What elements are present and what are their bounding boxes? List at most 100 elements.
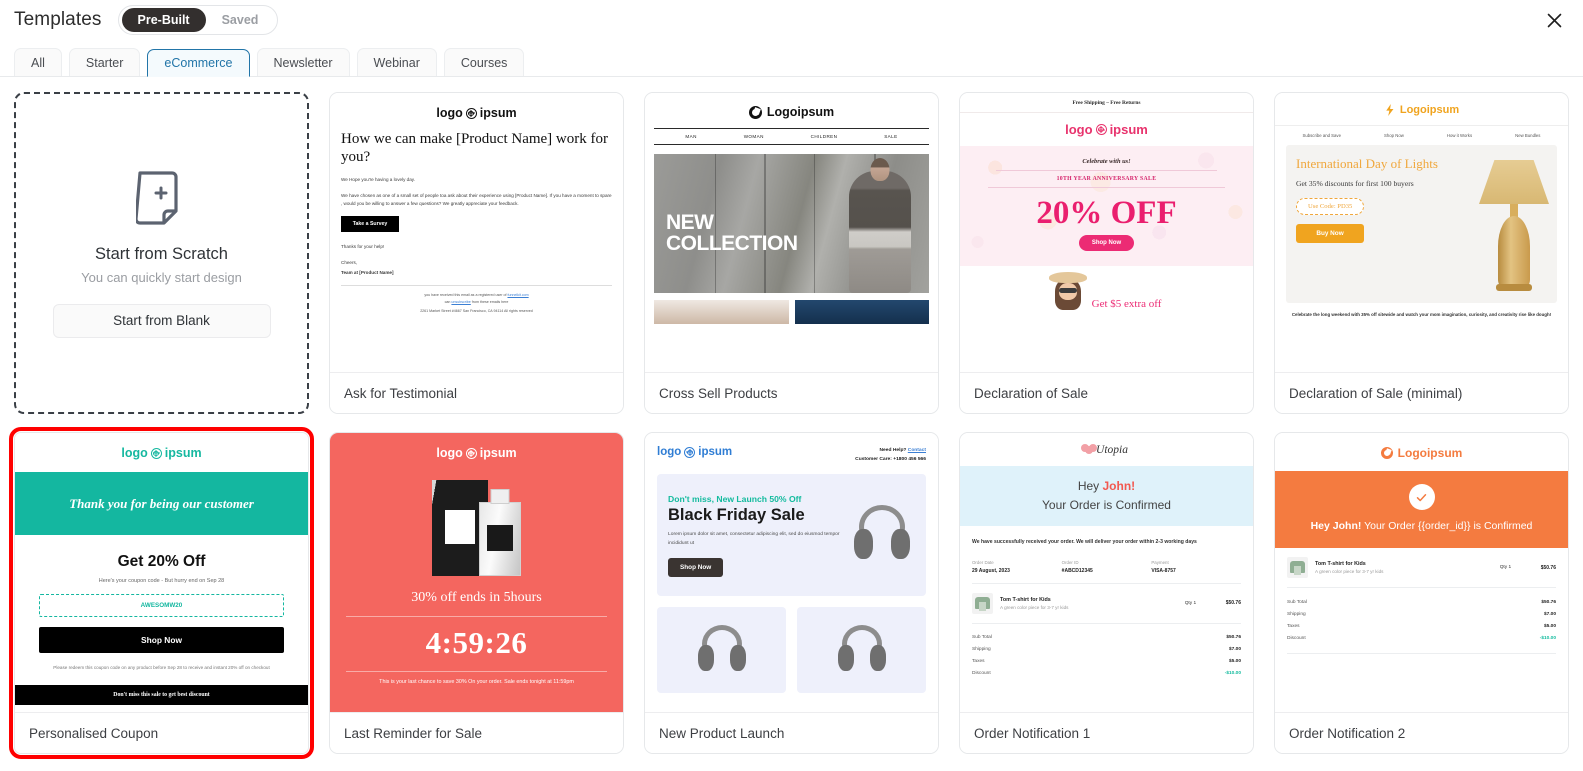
hero-line-1: NEW (666, 210, 714, 234)
item-price: $50.76 (1225, 600, 1241, 607)
divider (341, 284, 612, 286)
hero-heading: International Day of Lights (1296, 156, 1438, 171)
meta-payment: Payment VISA-8757 (1151, 560, 1241, 574)
logoipsum-logo: logo ipsum (15, 433, 308, 472)
take-survey-button: Take a Survey (341, 215, 399, 232)
template-card-order-notification-2[interactable]: Logoipsum Hey John! Your Order {{order_i… (1274, 432, 1569, 754)
anniversary-text: 10TH YEAR ANNIVERSARY SALE (988, 171, 1225, 188)
start-from-blank-button[interactable]: Start from Blank (52, 303, 271, 338)
template-preview: Free Shipping – Free Returns logo ipsum … (960, 93, 1253, 372)
filter-tab-all[interactable]: All (14, 48, 62, 76)
flower-icon (1081, 444, 1098, 454)
globe-icon (465, 107, 477, 119)
item-description: A green color piece for 3-7 yr kids (1000, 604, 1069, 610)
segment-pre-built[interactable]: Pre-Built (121, 8, 206, 32)
total-row: Discount -$10.00 (972, 668, 1241, 680)
shop-now-button: Shop Now (1078, 235, 1135, 252)
hero-kicker: Don't miss, New Launch 50% Off (668, 493, 802, 504)
template-card-order-notification-1[interactable]: Utopia Hey John! Your Order is Confirmed… (959, 432, 1254, 754)
footer-text-1: you have received this email as a regist… (424, 292, 508, 297)
template-card-label: Declaration of Sale (960, 372, 1253, 413)
order-body-text: We have successfully received your order… (972, 539, 1197, 545)
nav-item-new-bundles: New Bundles (1515, 133, 1541, 138)
meta-key: Order Date (972, 559, 994, 565)
shop-now-button: Shop Now (39, 627, 284, 653)
nav-item-woman: WOMAN (743, 134, 764, 139)
filter-tab-starter[interactable]: Starter (68, 48, 141, 76)
dialog-header: Templates Pre-Built Saved (0, 0, 1583, 40)
hero-heading: Black Friday Sale (668, 505, 805, 524)
discount-headline: 20% OFF (1036, 195, 1177, 231)
utopia-logo: Utopia (960, 433, 1253, 466)
hero-line-2: COLLECTION (666, 232, 798, 256)
contact-link: Contact (907, 448, 926, 453)
email-signoff: Cheers, (341, 259, 358, 265)
footer-address: 2261 Market Street #4667 San Francisco, … (420, 309, 533, 314)
logo-text-left: logo (436, 446, 463, 460)
logoipsum-logo: Logoipsum (1275, 93, 1568, 125)
product-tiles (657, 607, 926, 694)
template-preview: logo ipsum 30% off ends in 5hours 4:59:2… (330, 433, 623, 712)
template-card-cross-sell-products[interactable]: Logoipsum MAN WOMAN CHILDREN SALE NEW CO… (644, 92, 939, 414)
total-key: Shipping (972, 647, 991, 653)
divider (1287, 653, 1556, 655)
template-card-declaration-of-sale-minimal[interactable]: Logoipsum Subscribe and Save Shop Now Ho… (1274, 92, 1569, 414)
hero-text: NEW COLLECTION (666, 212, 798, 255)
logo-text-left: logo (657, 446, 682, 458)
template-preview: Logoipsum Subscribe and Save Shop Now Ho… (1275, 93, 1568, 372)
globe-icon (150, 447, 162, 459)
total-value: $7.00 (1543, 611, 1556, 617)
total-row: Taxes $5.00 (1287, 620, 1556, 632)
segment-saved[interactable]: Saved (206, 8, 275, 32)
category-filter-tabs: All Starter eCommerce Newsletter Webinar… (0, 40, 1583, 77)
total-row: Sub Total $50.76 (1287, 596, 1556, 608)
total-value: $50.76 (1226, 635, 1241, 641)
template-card-new-product-launch[interactable]: logo ipsum Need Help? Contact Customer C… (644, 432, 939, 754)
ring-icon (1380, 447, 1393, 459)
filter-tab-webinar[interactable]: Webinar (356, 48, 437, 76)
logo-text-right: ipsum (479, 446, 517, 460)
extra-offer-row: Get $5 extra off (960, 266, 1253, 311)
start-from-scratch-card[interactable]: Start from Scratch You can quickly start… (14, 92, 309, 414)
filter-tab-courses[interactable]: Courses (443, 48, 525, 76)
template-card-label: Declaration of Sale (minimal) (1275, 372, 1568, 413)
filter-tab-ecommerce[interactable]: eCommerce (147, 49, 250, 77)
total-key: Taxes (1287, 623, 1300, 629)
footer-banner: Don't miss this sale to get best discoun… (15, 684, 308, 705)
close-icon (1547, 13, 1562, 28)
globe-icon (1095, 124, 1107, 135)
logoipsum-logo: Logoipsum (1275, 433, 1568, 471)
meta-order-date: Order Date 29 August, 2023 (972, 560, 1062, 574)
hero-caption: Celebrate the long weekend with 35% off … (1291, 312, 1552, 317)
item-price: $50.76 (1540, 564, 1556, 571)
headphones-image (834, 623, 890, 677)
email-nav: MAN WOMAN CHILDREN SALE (654, 128, 929, 145)
offer-subtext: Here's your coupon code - But hurry end … (98, 578, 225, 584)
hero-block: International Day of Lights Get 35% disc… (1286, 145, 1557, 303)
filter-tab-newsletter[interactable]: Newsletter (256, 48, 350, 76)
order-line-item: Tom T-shirt for Kids A green color piece… (960, 584, 1253, 614)
template-preview: Logoipsum MAN WOMAN CHILDREN SALE NEW CO… (645, 93, 938, 372)
bolt-icon (1386, 104, 1394, 116)
logo-text: Logoipsum (1399, 104, 1460, 116)
help-block: Need Help? Contact Customer Care: +1800 … (855, 446, 926, 464)
nav-item-man: MAN (685, 134, 697, 139)
close-button[interactable] (1539, 5, 1569, 35)
template-card-ask-for-testimonial[interactable]: logo ipsum How we can make [Product Name… (329, 92, 624, 414)
order-totals: Sub Total $50.76 Shipping $7.00 Taxes $5.00… (960, 624, 1253, 680)
tshirt-thumbnail (1287, 557, 1308, 579)
total-key: Shipping (1287, 611, 1306, 617)
total-key: Taxes (972, 659, 985, 665)
total-key: Sub Total (972, 635, 992, 641)
template-card-personalised-coupon[interactable]: logo ipsum Thank you for being our custo… (9, 427, 314, 759)
meta-order-id: Order ID #ABCD12345 (1062, 560, 1152, 574)
redeem-note: Please redeem this coupon code on any pr… (53, 665, 270, 670)
template-card-label: Cross Sell Products (645, 372, 938, 413)
email-thanks: Thanks for your help! (341, 243, 385, 249)
total-value: $7.00 (1228, 647, 1241, 653)
item-qty: Qty 1 (1184, 600, 1197, 606)
footer-link-site: funnelkit.com (507, 292, 529, 297)
greeting-prefix: Hey (1077, 479, 1103, 493)
template-card-last-reminder-for-sale[interactable]: logo ipsum 30% off ends in 5hours 4:59:2… (329, 432, 624, 754)
template-card-declaration-of-sale[interactable]: Free Shipping – Free Returns logo ipsum … (959, 92, 1254, 414)
